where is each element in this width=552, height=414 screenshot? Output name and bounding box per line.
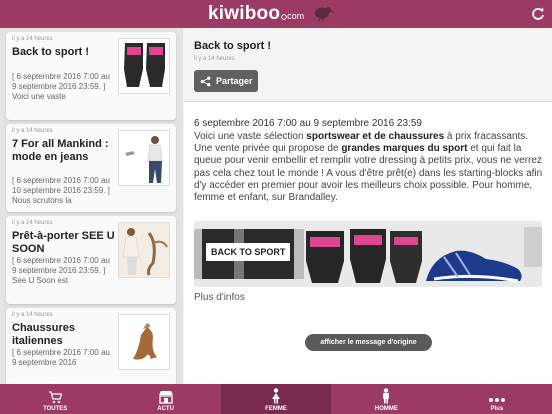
share-button[interactable]: Partager [194, 70, 258, 92]
app-header: kiwiboo com [0, 0, 552, 28]
item-title: 7 For all Mankind : mode en jeans [12, 138, 109, 163]
bottom-tab-bar: TOUTES ACTU FEMME HOMME Plus [0, 384, 552, 414]
item-title: Chaussures italiennes [12, 322, 75, 347]
item-thumbnail [118, 130, 170, 186]
article-body: 6 septembre 2016 7:00 au 9 septembre 201… [194, 118, 544, 204]
refresh-icon[interactable] [530, 6, 546, 22]
woman-icon [272, 388, 281, 404]
item-time: il y a 14 heures [12, 220, 53, 226]
tab-label: FEMME [265, 406, 287, 412]
item-time: il y a 14 heures [12, 312, 53, 318]
article-header: Back to sport ! il y a 14 heures Partage… [184, 28, 552, 102]
tab-label: Plus [490, 406, 504, 412]
kiwiboo-logo: kiwiboo com [208, 3, 334, 25]
item-excerpt: [ 6 septembre 2016 7:00 au 9 septembre 2… [12, 72, 110, 101]
article-detail: Back to sport ! il y a 14 heures Partage… [184, 28, 552, 384]
list-item[interactable]: il y a 14 heures 7 For all Mankind : mod… [6, 124, 176, 212]
item-time: il y a 14 heures [12, 128, 53, 134]
man-icon [383, 388, 390, 404]
article-title: Back to sport ! [194, 40, 272, 52]
article-dates: 6 septembre 2016 7:00 au 9 septembre 201… [194, 118, 422, 129]
article-list: il y a 14 heures Back to sport ! [ 6 sep… [0, 28, 183, 384]
item-thumbnail [118, 314, 170, 370]
logo-suffix: com [281, 11, 304, 21]
tab-toutes[interactable]: TOUTES [0, 384, 110, 414]
tab-plus[interactable]: Plus [442, 384, 552, 414]
show-original-button[interactable]: afficher le message d'origine [305, 334, 432, 351]
item-time: il y a 14 heures [12, 36, 53, 42]
item-title: Prêt-à-porter SEE U SOON [12, 230, 115, 255]
list-item[interactable]: il y a 14 heures Chaussures italiennes [… [6, 308, 176, 384]
tab-label: HOMME [374, 406, 398, 412]
tab-homme[interactable]: HOMME [331, 384, 441, 414]
item-thumbnail [118, 38, 170, 94]
article-time: il y a 14 heures [194, 56, 235, 62]
article-text: Voici une vaste sélection sportswear et … [194, 131, 543, 204]
more-icon [488, 398, 505, 402]
tab-label: TOUTES [43, 406, 68, 412]
more-info-link[interactable]: Plus d'infos [194, 292, 245, 303]
shop-icon [158, 391, 173, 404]
cart-icon [49, 391, 63, 404]
item-excerpt: [ 6 septembre 2016 7:00 au 9 septembre 2… [12, 348, 110, 367]
kiwi-bird-icon [315, 7, 334, 22]
banner-label: BACK TO SPORT [206, 243, 291, 261]
tab-femme[interactable]: FEMME [220, 384, 332, 414]
list-item[interactable]: il y a 14 heures Back to sport ! [ 6 sep… [6, 32, 176, 120]
share-label: Partager [216, 76, 253, 86]
list-item[interactable]: il y a 14 heures Prêt-à-porter SEE U SOO… [6, 216, 176, 304]
item-excerpt: [ 6 septembre 2016 7:00 au 10 septembre … [12, 176, 110, 205]
tab-actu[interactable]: ACTU [110, 384, 220, 414]
item-thumbnail [118, 222, 170, 278]
share-icon [200, 76, 211, 86]
item-excerpt: [ 6 septembre 2016 7:00 au 9 septembre 2… [12, 256, 110, 285]
article-banner-image: BACK TO SPORT [194, 221, 542, 287]
logo-word: kiwiboo [208, 3, 281, 24]
item-title: Back to sport ! [12, 46, 90, 58]
tab-label: ACTU [157, 406, 174, 412]
